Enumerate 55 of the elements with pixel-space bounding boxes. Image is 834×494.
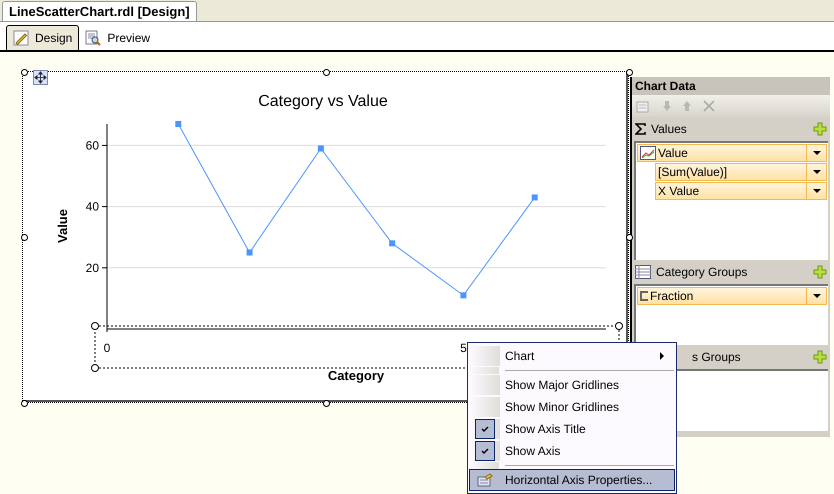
sigma-icon [635, 123, 646, 135]
y-tick-label: 60 [86, 138, 99, 152]
y-axis-title: Value [55, 209, 70, 243]
data-point [389, 240, 396, 246]
section-label: Values [651, 121, 688, 138]
y-tick [102, 206, 108, 208]
properties-icon [477, 473, 493, 487]
field-dropdown[interactable]: Value [637, 144, 827, 162]
dropdown-arrow-icon [812, 170, 820, 174]
y-tick [102, 267, 108, 268]
data-point [175, 121, 182, 127]
menu-item[interactable]: Horizontal Axis Properties... [469, 469, 675, 491]
list-icon [635, 265, 651, 279]
x-axis-title: Category [328, 368, 384, 383]
dropdown-arrow-icon [812, 189, 820, 193]
resize-handle[interactable] [21, 69, 28, 76]
line-chart-icon [640, 146, 656, 160]
resize-handle[interactable] [626, 69, 633, 76]
resize-handle[interactable] [615, 322, 623, 330]
data-point [246, 250, 253, 256]
pencil-ruler-icon [13, 30, 29, 46]
field-dropdown[interactable]: X Value [655, 182, 827, 200]
chart-title: Category vs Value [258, 93, 388, 110]
resize-handle[interactable] [323, 400, 330, 407]
dropdown-arrow-icon [812, 151, 820, 155]
panel-title: Chart Data [632, 77, 830, 95]
check-icon [475, 419, 495, 439]
y-tick-label: 20 [86, 260, 99, 275]
magnifier-page-icon [85, 30, 102, 46]
data-point [460, 292, 466, 298]
move-handle-icon[interactable] [33, 70, 48, 85]
drop-zone[interactable]: Value [Sum(Value)] X Value [634, 141, 828, 260]
bracket-icon [640, 291, 648, 301]
field-dropdown[interactable]: [Sum(Value)] [655, 163, 827, 181]
data-point [532, 194, 538, 200]
document-tab[interactable]: LineScatterChart.rdl [Design] [2, 1, 197, 21]
resize-handle[interactable] [21, 234, 28, 241]
resize-handle[interactable] [323, 69, 330, 76]
dropdown-arrow-icon [812, 294, 820, 298]
field-dropdown[interactable]: Fraction [637, 287, 827, 305]
view-tab[interactable]: Design [6, 25, 80, 50]
submenu-arrow-icon [660, 352, 664, 360]
y-tick [102, 144, 108, 146]
resize-handle[interactable] [91, 364, 99, 372]
resize-handle[interactable] [91, 322, 99, 330]
section-label: Category Groups [656, 264, 748, 281]
resize-handle[interactable] [21, 400, 28, 407]
menu-item[interactable]: Show Axis Title [469, 418, 675, 440]
y-tick-label: 40 [86, 200, 99, 214]
menu-item[interactable]: Show Axis [469, 440, 675, 462]
x-tick-label: 5 [460, 341, 467, 355]
drop-zone[interactable]: Fraction [634, 284, 828, 345]
section-label: s Groups [692, 349, 742, 366]
x-tick-label: 0 [104, 341, 110, 355]
check-icon [475, 441, 495, 461]
